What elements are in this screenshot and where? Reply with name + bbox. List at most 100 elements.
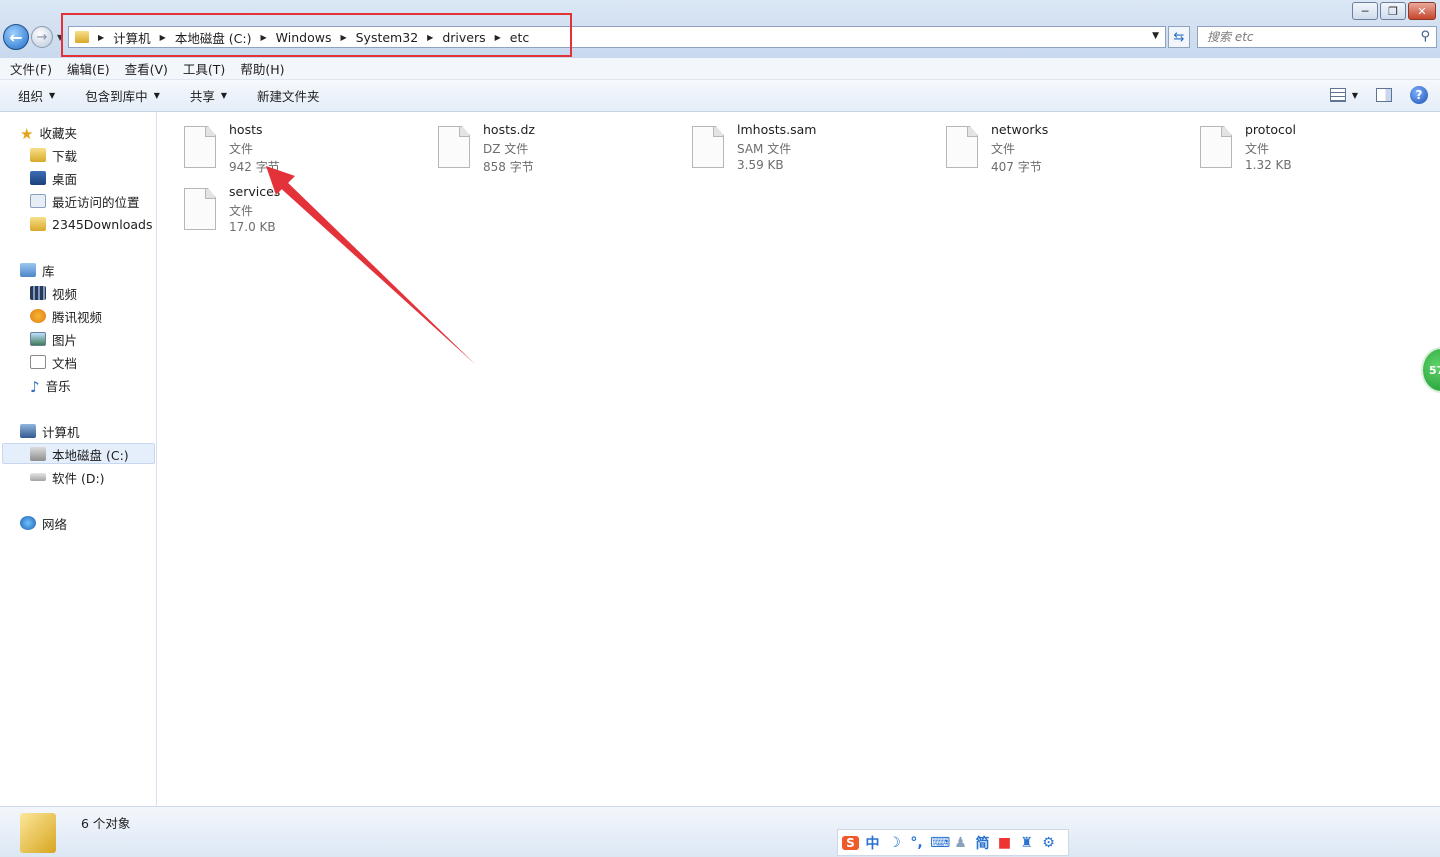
close-button[interactable]: ✕ [1408, 2, 1436, 20]
chevron-down-icon: ▼ [1351, 90, 1358, 100]
file-icon [184, 188, 216, 230]
nav-downloads[interactable]: 下载 [30, 145, 77, 165]
menu-view[interactable]: 查看(V) [125, 59, 168, 78]
new-folder-label: 新建文件夹 [257, 89, 320, 104]
nav-2345downloads-label: 2345Downloads [52, 216, 153, 232]
nav-pictures[interactable]: 图片 [30, 329, 77, 349]
file-name: hosts [229, 122, 263, 137]
status-bar: 6 个对象 [0, 806, 1440, 857]
restore-button[interactable]: ❐ [1380, 2, 1406, 20]
ime-simplified-mode[interactable]: 简 [974, 833, 991, 853]
share-button[interactable]: 共享 ▼ [190, 86, 227, 105]
nav-network-label: 网络 [42, 516, 68, 532]
back-button[interactable]: ← [3, 24, 29, 50]
search-input[interactable] [1198, 27, 1398, 47]
nav-favorites[interactable]: ★ 收藏夹 [20, 122, 77, 143]
arrow-left-icon: ← [9, 27, 23, 47]
file-type: 文件 [991, 142, 1016, 156]
include-in-library-button[interactable]: 包含到库中 ▼ [85, 86, 160, 105]
view-icon [1329, 88, 1346, 102]
file-type: 文件 [229, 204, 254, 218]
annotation-highlight-box [61, 13, 572, 57]
file-icon [1200, 126, 1232, 168]
nav-2345downloads[interactable]: 2345Downloads [30, 214, 152, 234]
nav-recent-label: 最近访问的位置 [52, 194, 140, 210]
help-icon[interactable]: ? [1410, 86, 1428, 104]
forward-button[interactable]: → [31, 26, 53, 48]
search-icon[interactable]: ⚲ [1420, 29, 1430, 44]
file-icon [946, 126, 978, 168]
ime-chinese-mode[interactable]: 中 [864, 833, 881, 853]
refresh-button[interactable]: ⇆ [1168, 26, 1190, 48]
chevron-down-icon[interactable]: ▼ [1152, 31, 1159, 41]
computer-icon [20, 424, 36, 438]
file-name: lmhosts.sam [737, 122, 817, 137]
desktop-icon [30, 171, 46, 185]
nav-drive-c[interactable]: 本地磁盘 (C:) [30, 444, 129, 464]
ime-logo-icon[interactable]: S [842, 835, 859, 850]
file-name: networks [991, 122, 1049, 137]
search-box[interactable]: ⚲ [1197, 26, 1437, 48]
change-view-button[interactable]: ▼ [1329, 88, 1358, 102]
command-bar: 组织 ▼ 包含到库中 ▼ 共享 ▼ 新建文件夹 ▼ ? [0, 80, 1440, 112]
nav-computer[interactable]: 计算机 [20, 421, 80, 441]
nav-documents[interactable]: 文档 [30, 352, 77, 372]
file-size: 17.0 KB [229, 220, 276, 234]
nav-drive-d-label: 软件 (D:) [52, 470, 105, 486]
item-count: 6 个对象 [81, 816, 131, 831]
chevron-down-icon: ▼ [153, 91, 160, 100]
new-folder-button[interactable]: 新建文件夹 [257, 86, 320, 105]
nav-tencent-video[interactable]: 腾讯视频 [30, 306, 102, 326]
file-size: 3.59 KB [737, 158, 784, 172]
nav-libraries[interactable]: 库 [20, 260, 55, 280]
menu-tools[interactable]: 工具(T) [183, 59, 225, 78]
folder-icon [20, 813, 56, 853]
file-item[interactable]: protocol 文件 1.32 KB [1200, 122, 1430, 180]
arrow-right-icon: → [36, 29, 48, 45]
moon-icon[interactable]: ☽ [886, 835, 903, 851]
drive-icon [30, 473, 46, 481]
tencent-video-icon [30, 309, 46, 323]
nav-libraries-label: 库 [42, 263, 55, 279]
nav-favorites-label: 收藏夹 [39, 125, 77, 141]
nav-documents-label: 文档 [52, 355, 78, 371]
preview-pane-icon[interactable] [1376, 88, 1392, 102]
nav-videos[interactable]: 视频 [30, 283, 77, 303]
menu-bar: 文件(F) 编辑(E) 查看(V) 工具(T) 帮助(H) [0, 58, 1440, 80]
menu-help[interactable]: 帮助(H) [240, 59, 284, 78]
pictures-icon [30, 332, 46, 346]
nav-desktop[interactable]: 桌面 [30, 168, 77, 188]
music-icon: ♪ [30, 378, 40, 396]
nav-drive-c-label: 本地磁盘 (C:) [52, 447, 129, 463]
file-item[interactable]: networks 文件 407 字节 [946, 122, 1176, 180]
file-item[interactable]: hosts.dz DZ 文件 858 字节 [438, 122, 668, 180]
file-item[interactable]: hosts 文件 942 字节 [184, 122, 414, 180]
nav-downloads-label: 下载 [52, 148, 78, 164]
window-controls: ─ ❐ ✕ [1352, 2, 1436, 20]
file-item[interactable]: services 文件 17.0 KB [184, 184, 414, 242]
video-icon [30, 286, 46, 300]
keyboard-icon[interactable]: ⌨ [930, 835, 950, 851]
library-icon [20, 263, 36, 277]
file-list: hosts 文件 942 字节 hosts.dz DZ 文件 858 字节 lm… [158, 112, 1440, 806]
video-record-icon[interactable]: ■ [996, 835, 1013, 851]
network-icon [20, 516, 36, 530]
menu-edit[interactable]: 编辑(E) [67, 59, 110, 78]
nav-music[interactable]: ♪ 音乐 [30, 375, 71, 396]
chevron-down-icon: ▼ [49, 91, 56, 100]
refresh-icon: ⇆ [1173, 29, 1185, 45]
nav-recent[interactable]: 最近访问的位置 [30, 191, 140, 211]
user-icon[interactable]: ♟ [952, 835, 969, 851]
nav-drive-d[interactable]: 软件 (D:) [30, 467, 105, 487]
settings-icon[interactable]: ⚙ [1040, 835, 1057, 851]
menu-file[interactable]: 文件(F) [10, 59, 52, 78]
ime-toolbar: S 中 ☽ °, ⌨ ♟ 简 ■ ♜ ⚙ [837, 829, 1069, 856]
punctuation-icon[interactable]: °, [908, 835, 925, 851]
file-type: 文件 [1245, 142, 1270, 156]
organize-button[interactable]: 组织 ▼ [18, 86, 55, 105]
nav-network[interactable]: 网络 [20, 513, 67, 533]
skin-icon[interactable]: ♜ [1018, 835, 1035, 851]
minimize-button[interactable]: ─ [1352, 2, 1378, 20]
navigation-pane: ★ 收藏夹 下载 桌面 最近访问的位置 2345Downloads 库 视频 腾… [0, 112, 157, 806]
file-item[interactable]: lmhosts.sam SAM 文件 3.59 KB [692, 122, 922, 180]
